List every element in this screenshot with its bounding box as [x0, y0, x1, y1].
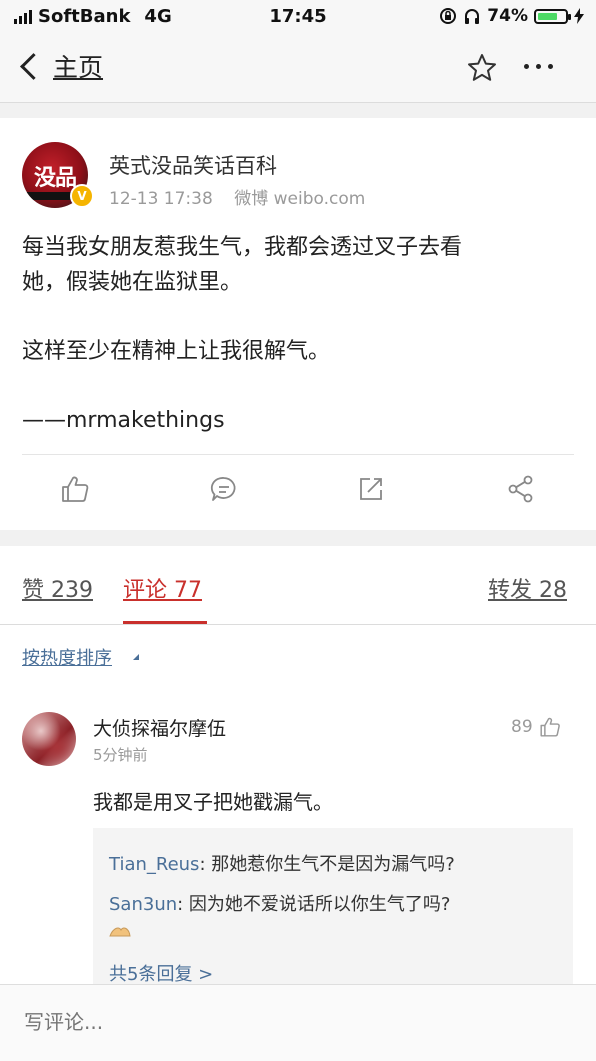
more-replies-link[interactable]: 共5条回复 > [109, 960, 213, 986]
comment-like-button[interactable]: 89 [511, 716, 561, 738]
star-icon[interactable] [466, 52, 498, 84]
post-text-line: ——mrmakethings [22, 408, 225, 433]
post-divider [22, 454, 574, 455]
comment-time: 5分钟前 [93, 746, 148, 764]
tab-comments[interactable]: 评论 77 [123, 572, 202, 604]
battery-percent: 74% [487, 6, 528, 26]
post-card: 没品 V 英式没品笑话百科 12-13 17:38 微博 weibo.com 每… [0, 118, 596, 530]
comment-text: 我都是用叉子把她戳漏气。 [93, 790, 333, 814]
reply-text: : 那她惹你生气不是因为漏气吗? [199, 854, 455, 875]
tab-reposts[interactable]: 转发 28 [488, 572, 567, 604]
status-bar: SoftBank 4G 17:45 74% [0, 0, 596, 34]
back-label: 主页 [53, 53, 104, 82]
emoji-icon [109, 927, 131, 937]
interaction-tabs: 赞 239 评论 77 转发 28 [0, 546, 596, 625]
tab-likes[interactable]: 赞 239 [22, 572, 93, 604]
reply-username[interactable]: Tian_Reus [109, 854, 199, 875]
sort-by-hot[interactable]: 按热度排序 [22, 644, 112, 670]
charging-icon [574, 8, 584, 24]
comment-icon [210, 477, 236, 501]
orientation-lock-icon [440, 8, 457, 24]
forward-icon [508, 475, 533, 503]
avatar[interactable] [22, 712, 76, 766]
author-name[interactable]: 英式没品笑话百科 [109, 150, 277, 180]
section-divider [0, 530, 596, 546]
comment-like-count: 89 [511, 717, 533, 737]
more-icon[interactable] [524, 64, 553, 69]
battery-icon [534, 8, 571, 24]
post-text-line: 每当我女朋友惹我生气，我都会透过叉子去看 [22, 235, 463, 260]
caret-icon [133, 654, 139, 660]
reply-item: San3un: 因为她不爱说话所以你生气了吗? [109, 890, 450, 916]
like-button[interactable] [60, 474, 94, 508]
post-meta: 12-13 17:38 微博 weibo.com [109, 184, 381, 209]
post-timestamp: 12-13 17:38 [109, 189, 213, 209]
share-icon [360, 478, 382, 500]
chevron-left-icon [20, 52, 47, 80]
section-divider [0, 103, 596, 118]
back-button[interactable]: 主页 [18, 48, 103, 84]
forward-button[interactable] [506, 474, 540, 508]
status-right: 74% [439, 6, 584, 26]
reply-preview[interactable]: Tian_Reus: 那她惹你生气不是因为漏气吗? San3un: 因为她不爱说… [93, 828, 573, 988]
post-text-line: 这样至少在精神上让我很解气。 [22, 339, 331, 364]
nav-bar: 主页 [0, 34, 596, 103]
verified-icon: V [70, 184, 94, 208]
post-body: 每当我女朋友惹我生气，我都会透过叉子去看 她，假装她在监狱里。 这样至少在精神上… [22, 230, 574, 438]
reply-username[interactable]: San3un [109, 894, 177, 915]
comment-composer [0, 984, 596, 1061]
comment-input[interactable] [22, 1009, 566, 1035]
like-icon [62, 476, 89, 502]
headphones-icon [465, 9, 480, 24]
like-icon [540, 717, 560, 737]
active-tab-indicator [123, 621, 207, 624]
post-source: 微博 weibo.com [234, 189, 366, 209]
share-button[interactable] [356, 474, 390, 508]
reply-text: : 因为她不爱说话所以你生气了吗? [177, 894, 451, 915]
comment-username[interactable]: 大侦探福尔摩伍 [93, 714, 226, 741]
reply-item: Tian_Reus: 那她惹你生气不是因为漏气吗? [109, 850, 455, 876]
post-text-line: 她，假装她在监狱里。 [22, 270, 243, 295]
comment-button[interactable] [209, 474, 243, 508]
